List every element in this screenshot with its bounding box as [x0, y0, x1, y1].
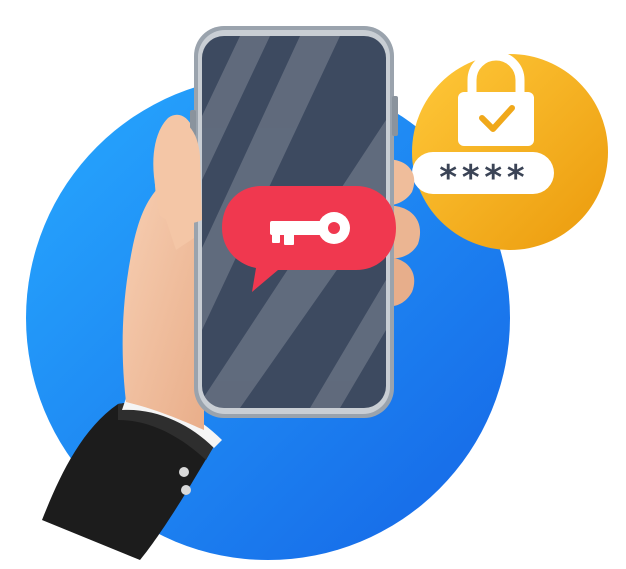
pin-masked-text: ****: [438, 158, 528, 198]
cuff-button: [179, 467, 189, 477]
cuff-button: [181, 485, 191, 495]
lock-badge: ****: [412, 51, 608, 250]
illustration: ****: [26, 26, 608, 560]
pin-field: ****: [412, 152, 554, 198]
